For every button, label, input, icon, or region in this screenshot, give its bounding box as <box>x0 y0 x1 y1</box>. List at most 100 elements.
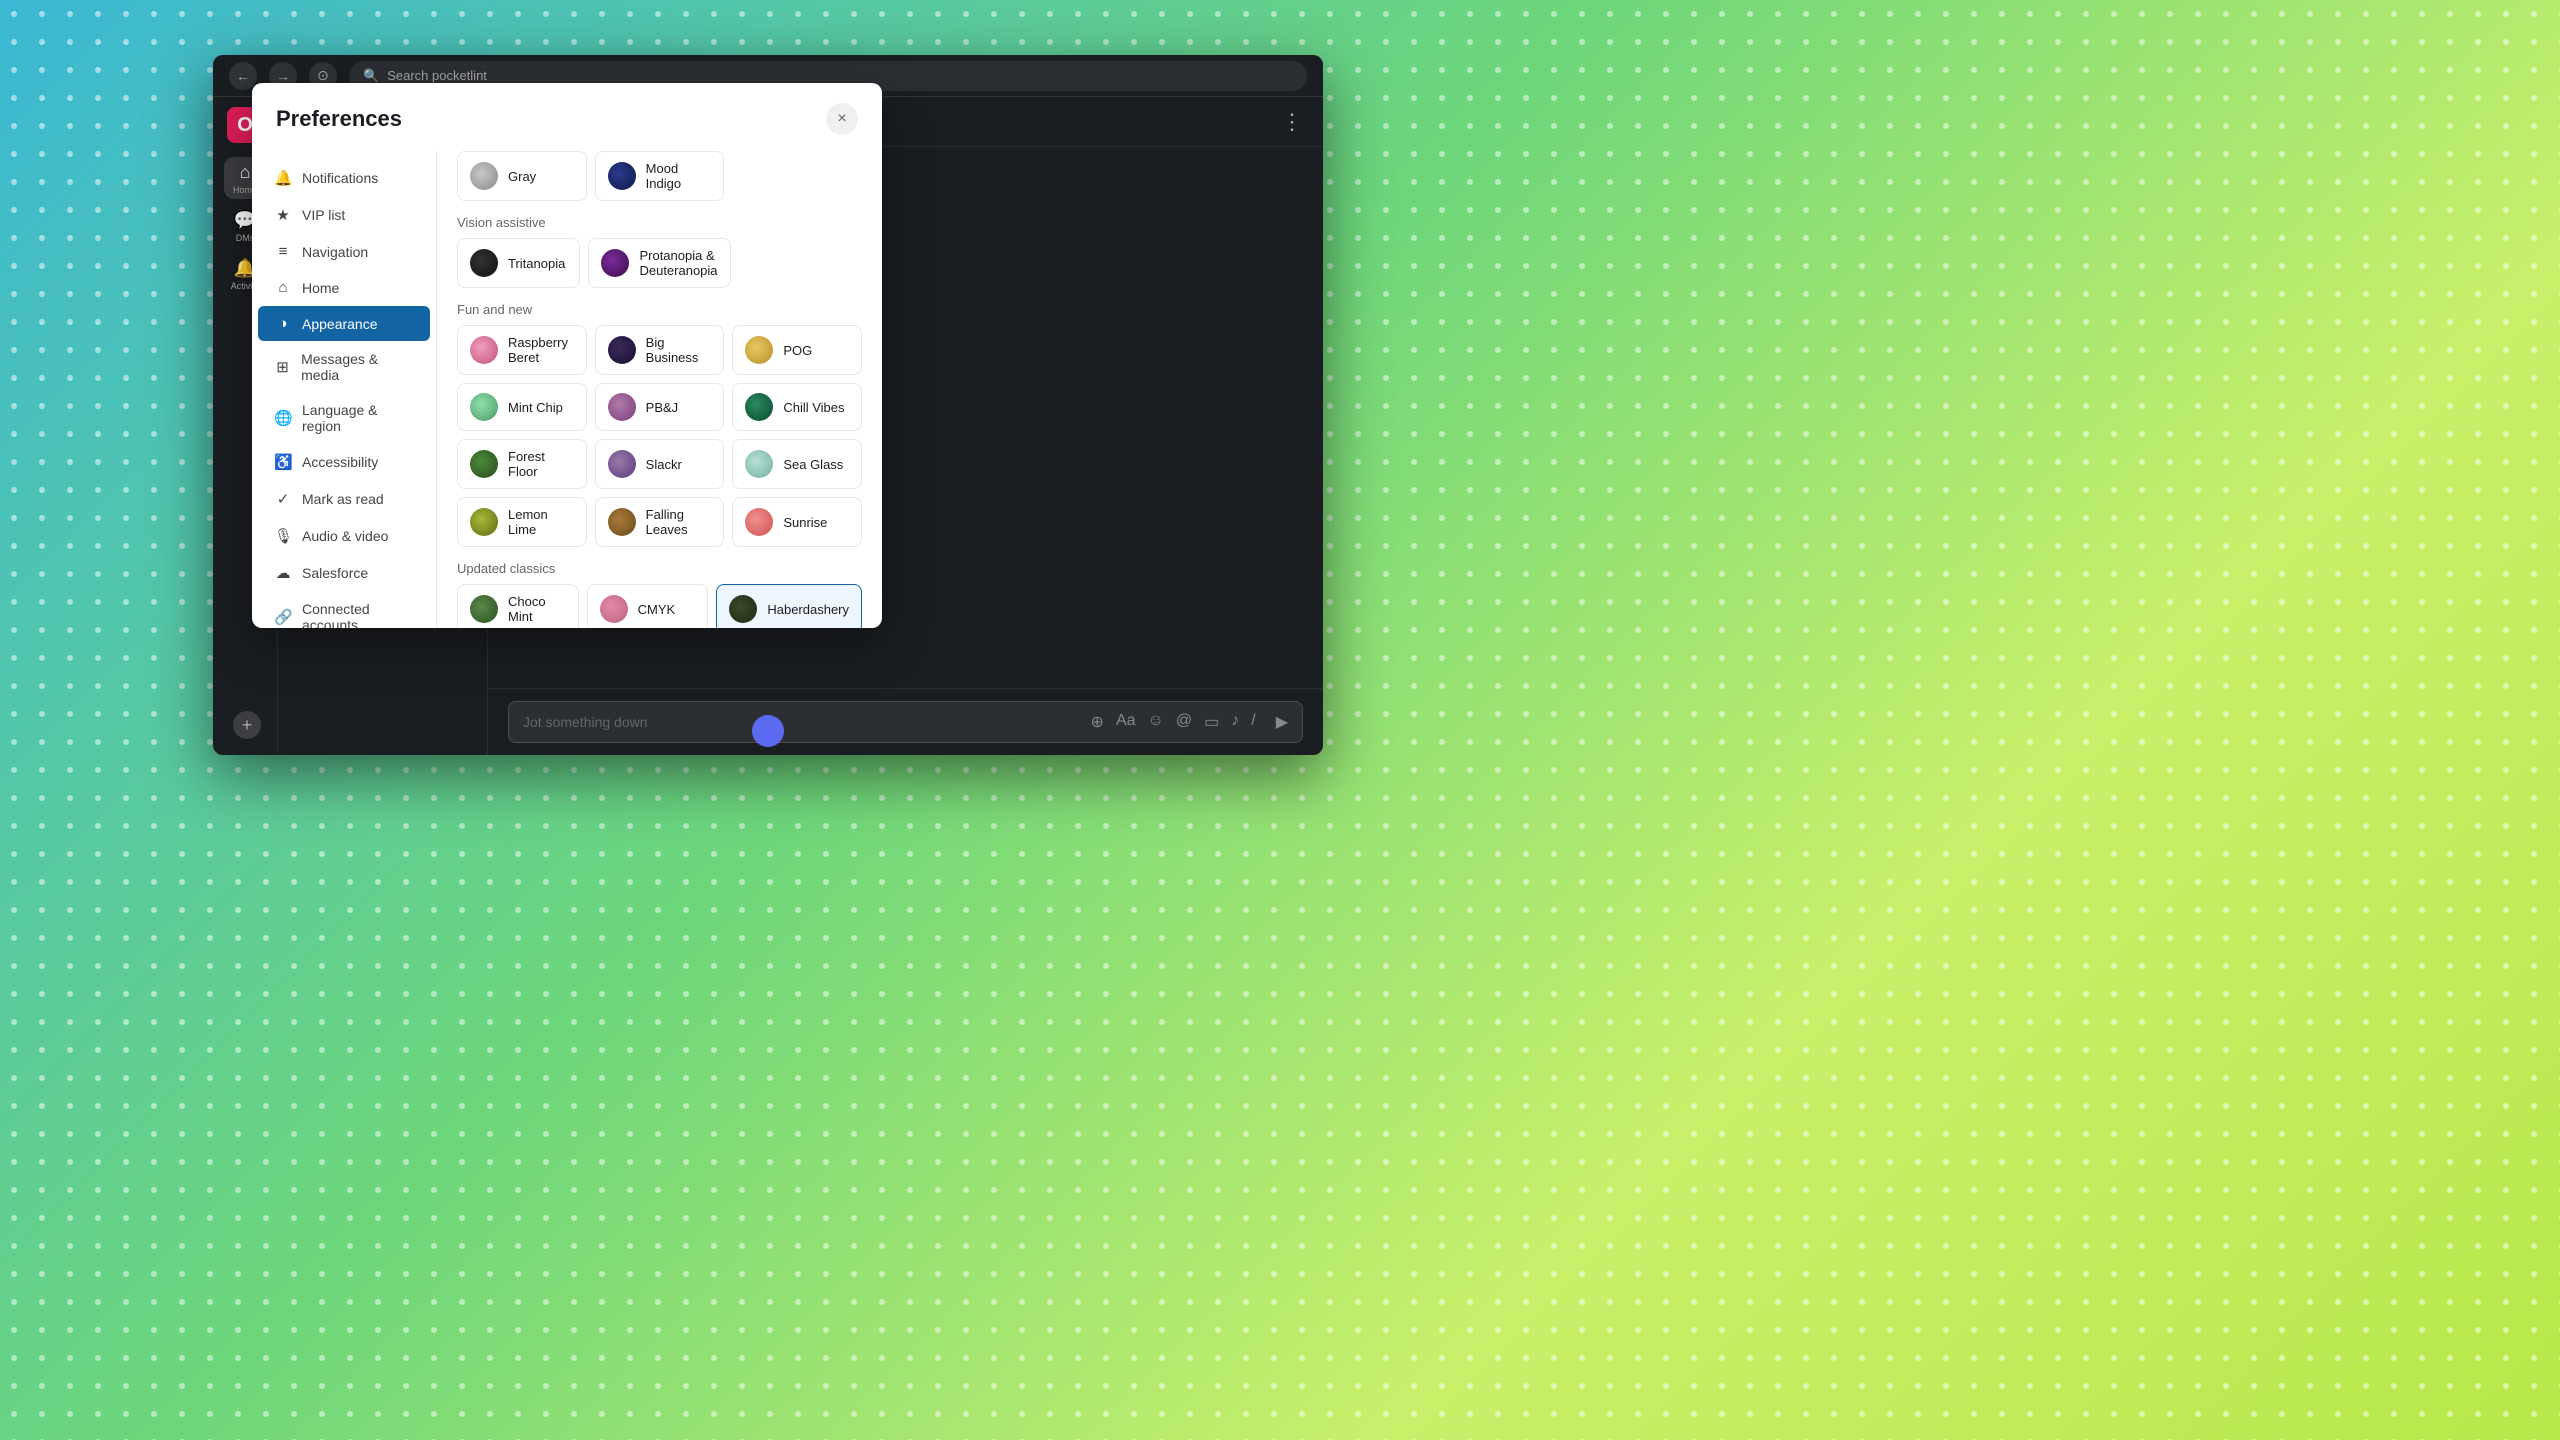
nav-label-accessibility: Accessibility <box>302 454 378 470</box>
classics-themes-grid: Choco Mint CMYK Haberdashery Hoth Ochin <box>457 584 862 628</box>
theme-raspberry-beret[interactable]: Raspberry Beret <box>457 325 587 375</box>
mint-chip-swatch <box>470 393 498 421</box>
home-icon: ⌂ <box>240 162 251 183</box>
gray-swatch <box>470 162 498 190</box>
send-icon[interactable]: ▶ <box>1276 712 1288 732</box>
theme-pbj[interactable]: PB&J <box>595 383 725 431</box>
mention-icon[interactable]: @ <box>1176 712 1192 732</box>
theme-mint-chip[interactable]: Mint Chip <box>457 383 587 431</box>
address-bar-text: Search pocketlint <box>387 68 487 83</box>
modal-nav: 🔔 Notifications ★ VIP list ≡ Navigation … <box>252 151 437 628</box>
mood-indigo-label: Mood Indigo <box>646 161 712 191</box>
pbj-label: PB&J <box>646 400 679 415</box>
choco-mint-swatch <box>470 595 498 623</box>
lemon-lime-label: Lemon Lime <box>508 507 574 537</box>
theme-haberdashery[interactable]: Haberdashery <box>716 584 862 628</box>
tritanopia-swatch <box>470 249 498 277</box>
nav-label-connected: Connected accounts <box>302 601 414 628</box>
pog-swatch <box>745 336 773 364</box>
cmyk-label: CMYK <box>638 602 676 617</box>
add-workspace-button[interactable]: + <box>233 711 261 739</box>
theme-pog[interactable]: POG <box>732 325 862 375</box>
browser-back-button[interactable]: ← <box>229 62 257 90</box>
nav-label-vip: VIP list <box>302 207 345 223</box>
big-business-swatch <box>608 336 636 364</box>
nav-item-language[interactable]: 🌐 Language & region <box>258 393 430 443</box>
theme-cmyk[interactable]: CMYK <box>587 584 709 628</box>
big-business-label: Big Business <box>646 335 712 365</box>
nav-item-vip-list[interactable]: ★ VIP list <box>258 197 430 233</box>
nav-item-salesforce[interactable]: ☁ Salesforce <box>258 555 430 591</box>
nav-label-salesforce: Salesforce <box>302 565 368 581</box>
raspberry-swatch <box>470 336 498 364</box>
nav-label-home: Home <box>302 280 339 296</box>
theme-big-business[interactable]: Big Business <box>595 325 725 375</box>
nav-item-navigation[interactable]: ≡ Navigation <box>258 234 430 269</box>
pbj-swatch <box>608 393 636 421</box>
nav-item-mark-as-read[interactable]: ✓ Mark as read <box>258 481 430 517</box>
message-input-box[interactable]: Jot something down ⊕ Aa ☺ @ ▭ ♪ / ▶ <box>508 701 1303 743</box>
sea-glass-label: Sea Glass <box>783 457 843 472</box>
vision-themes-grid: Tritanopia Protanopia & Deuteranopia <box>457 238 862 288</box>
nav-item-audio-video[interactable]: 🎙 Audio & video <box>258 518 430 554</box>
more-options-button[interactable]: ⋮ <box>1281 109 1303 135</box>
nav-item-home[interactable]: ⌂ Home <box>258 270 430 305</box>
cmyk-swatch <box>600 595 628 623</box>
fun-themes-grid: Raspberry Beret Big Business POG Mint Ch… <box>457 325 862 547</box>
messages-icon: ⊞ <box>274 358 291 376</box>
preferences-modal: Preferences × 🔔 Notifications ★ VIP list… <box>252 83 882 628</box>
modal-header: Preferences × <box>252 83 882 135</box>
theme-mood-indigo[interactable]: Mood Indigo <box>595 151 725 201</box>
nav-item-appearance[interactable]: ◑ Appearance <box>258 306 430 341</box>
theme-forest-floor[interactable]: Forest Floor <box>457 439 587 489</box>
nav-item-connected-accounts[interactable]: 🔗 Connected accounts <box>258 592 430 628</box>
audio-icon[interactable]: ♪ <box>1231 712 1239 732</box>
forest-floor-label: Forest Floor <box>508 449 574 479</box>
add-icon[interactable]: ⊕ <box>1091 712 1104 732</box>
language-icon: 🌐 <box>274 409 292 427</box>
chill-vibes-swatch <box>745 393 773 421</box>
nav-label-appearance: Appearance <box>302 316 378 332</box>
video-icon[interactable]: ▭ <box>1204 712 1219 732</box>
theme-choco-mint[interactable]: Choco Mint <box>457 584 579 628</box>
falling-leaves-swatch <box>608 508 636 536</box>
theme-gray[interactable]: Gray <box>457 151 587 201</box>
vision-assistive-label: Vision assistive <box>457 215 862 230</box>
message-input-area: Jot something down ⊕ Aa ☺ @ ▭ ♪ / ▶ <box>488 688 1323 755</box>
modal-close-button[interactable]: × <box>826 103 858 135</box>
home-nav-icon: ⌂ <box>274 279 292 296</box>
nav-label-audio: Audio & video <box>302 528 388 544</box>
theme-sea-glass[interactable]: Sea Glass <box>732 439 862 489</box>
theme-sunrise[interactable]: Sunrise <box>732 497 862 547</box>
message-input-placeholder: Jot something down <box>523 714 648 730</box>
theme-tritanopia[interactable]: Tritanopia <box>457 238 580 288</box>
pog-label: POG <box>783 343 812 358</box>
nav-item-accessibility[interactable]: ♿ Accessibility <box>258 444 430 480</box>
forest-floor-swatch <box>470 450 498 478</box>
slash-icon[interactable]: / <box>1251 712 1255 732</box>
tritanopia-label: Tritanopia <box>508 256 565 271</box>
format-icon[interactable]: Aa <box>1116 712 1136 732</box>
user-avatar[interactable] <box>752 715 784 747</box>
vip-icon: ★ <box>274 206 292 224</box>
salesforce-icon: ☁ <box>274 564 292 582</box>
theme-slackr[interactable]: Slackr <box>595 439 725 489</box>
search-icon: 🔍 <box>363 68 379 84</box>
theme-lemon-lime[interactable]: Lemon Lime <box>457 497 587 547</box>
theme-protanopia[interactable]: Protanopia & Deuteranopia <box>588 238 730 288</box>
modal-body: 🔔 Notifications ★ VIP list ≡ Navigation … <box>252 151 882 628</box>
nav-item-messages-media[interactable]: ⊞ Messages & media <box>258 342 430 392</box>
haberdashery-swatch <box>729 595 757 623</box>
theme-chill-vibes[interactable]: Chill Vibes <box>732 383 862 431</box>
nav-label-language: Language & region <box>302 402 414 434</box>
nav-label-messages: Messages & media <box>301 351 414 383</box>
sunrise-swatch <box>745 508 773 536</box>
choco-mint-label: Choco Mint <box>508 594 566 624</box>
protanopia-label: Protanopia & Deuteranopia <box>639 248 717 278</box>
sunrise-label: Sunrise <box>783 515 827 530</box>
theme-falling-leaves[interactable]: Falling Leaves <box>595 497 725 547</box>
nav-item-notifications[interactable]: 🔔 Notifications <box>258 160 430 196</box>
slackr-swatch <box>608 450 636 478</box>
emoji-icon[interactable]: ☺ <box>1148 712 1164 732</box>
mark-read-icon: ✓ <box>274 490 292 508</box>
